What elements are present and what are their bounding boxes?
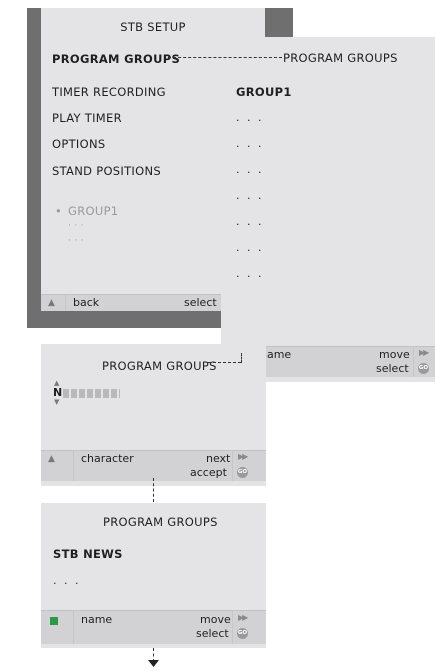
group-name[interactable]: STB NEWS	[53, 547, 123, 561]
menu-item-timer-recording[interactable]: TIMER RECORDING	[52, 85, 166, 99]
char-down-icon[interactable]: ▼	[54, 398, 59, 406]
go-icon[interactable]: GO	[418, 363, 429, 374]
group-placeholder: . . .	[236, 163, 264, 176]
arrow-down-icon	[148, 660, 159, 667]
up-arrow-icon: ▲	[48, 298, 55, 308]
result-panel: PROGRAM GROUPS STB NEWS . . . name move …	[41, 503, 266, 648]
fast-forward-icon: ▶▶	[238, 613, 248, 622]
group-item[interactable]: GROUP1	[68, 204, 118, 218]
move-label[interactable]: move	[200, 613, 231, 626]
name-label[interactable]: name	[81, 613, 112, 626]
select-label[interactable]: select	[184, 296, 217, 309]
panel-title: PROGRAM GROUPS	[102, 359, 217, 373]
group-placeholder: . . .	[236, 215, 264, 228]
group-placeholder: . . .	[236, 137, 264, 150]
back-label[interactable]: back	[73, 296, 99, 309]
group-bullet: •	[55, 204, 63, 218]
select-label[interactable]: select	[376, 362, 409, 375]
result-button-bar: name move select ▶▶ GO	[41, 610, 266, 644]
group-item[interactable]: GROUP1	[236, 85, 292, 99]
name-entry-field[interactable]	[63, 389, 120, 398]
connector-line	[208, 362, 241, 363]
move-label[interactable]: move	[379, 348, 410, 361]
panel-title: PROGRAM GROUPS	[103, 515, 218, 529]
select-label[interactable]: select	[196, 627, 229, 640]
group-placeholder: . . .	[236, 241, 264, 254]
next-label[interactable]: next	[206, 452, 230, 465]
go-icon[interactable]: GO	[237, 467, 248, 478]
menu-title: STB SETUP	[120, 20, 186, 34]
menu-item-options[interactable]: OPTIONS	[52, 137, 105, 151]
group-placeholder: · · ·	[68, 221, 84, 231]
menu-item-stand-positions[interactable]: STAND POSITIONS	[52, 164, 161, 178]
connector-line	[241, 353, 242, 363]
accept-label[interactable]: accept	[190, 466, 227, 479]
panel-title: PROGRAM GROUPS	[283, 51, 398, 65]
character-label[interactable]: character	[81, 452, 134, 465]
program-groups-panel: PROGRAM GROUPS GROUP1 . . . . . . . . . …	[221, 37, 435, 382]
go-icon[interactable]: GO	[237, 628, 248, 639]
naming-button-bar: ▲ character next accept ▶▶ GO	[41, 450, 266, 481]
connector-line	[153, 478, 154, 502]
group-placeholder: . . .	[236, 267, 264, 280]
connector-line	[168, 57, 282, 58]
green-key-icon	[50, 617, 58, 625]
naming-panel: PROGRAM GROUPS ▲ N ▼ ▲ character next ac…	[41, 344, 266, 486]
menu-item-program-groups[interactable]: PROGRAM GROUPS	[52, 52, 180, 66]
group-placeholder: . . .	[53, 574, 81, 587]
menu-item-play-timer[interactable]: PLAY TIMER	[52, 111, 122, 125]
group-placeholder: · · ·	[68, 236, 84, 246]
group-placeholder: . . .	[236, 189, 264, 202]
fast-forward-icon: ▶▶	[419, 348, 429, 357]
group-placeholder: . . .	[236, 111, 264, 124]
fast-forward-icon: ▶▶	[238, 452, 248, 461]
up-arrow-icon: ▲	[48, 454, 55, 464]
